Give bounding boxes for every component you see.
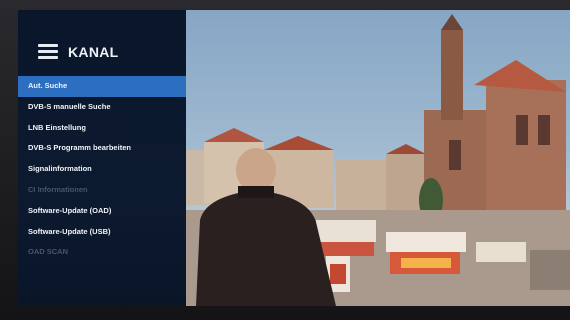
menu-item-software-update-usb[interactable]: Software-Update (USB)	[18, 222, 186, 243]
tv-screen: KANAL Aut. Suche DVB-S manuelle Suche LN…	[18, 10, 570, 306]
menu-item-dvbs-manual-search[interactable]: DVB-S manuelle Suche	[18, 97, 186, 118]
video-scene	[186, 14, 570, 306]
menu-item-dvbs-program-edit[interactable]: DVB-S Programm bearbeiten	[18, 138, 186, 159]
menu-header: KANAL	[38, 44, 119, 60]
menu-item-signal-information[interactable]: Signalinformation	[18, 159, 186, 180]
menu-item-oad-scan: OAD SCAN	[28, 247, 69, 257]
menu-title: KANAL	[68, 44, 119, 60]
menu-item-auto-search[interactable]: Aut. Suche	[18, 76, 186, 97]
menu-list: Aut. Suche DVB-S manuelle Suche LNB Eins…	[18, 76, 186, 263]
channel-menu-panel: KANAL Aut. Suche DVB-S manuelle Suche LN…	[18, 10, 186, 306]
menu-item-ci-information: CI Informationen	[28, 184, 88, 194]
tv-bezel: KANAL Aut. Suche DVB-S manuelle Suche LN…	[0, 0, 570, 320]
menu-item-lnb-settings[interactable]: LNB Einstellung	[18, 118, 186, 139]
live-video-background	[186, 10, 570, 306]
menu-list-icon	[38, 44, 58, 60]
menu-item-software-update-oad[interactable]: Software-Update (OAD)	[18, 201, 186, 222]
